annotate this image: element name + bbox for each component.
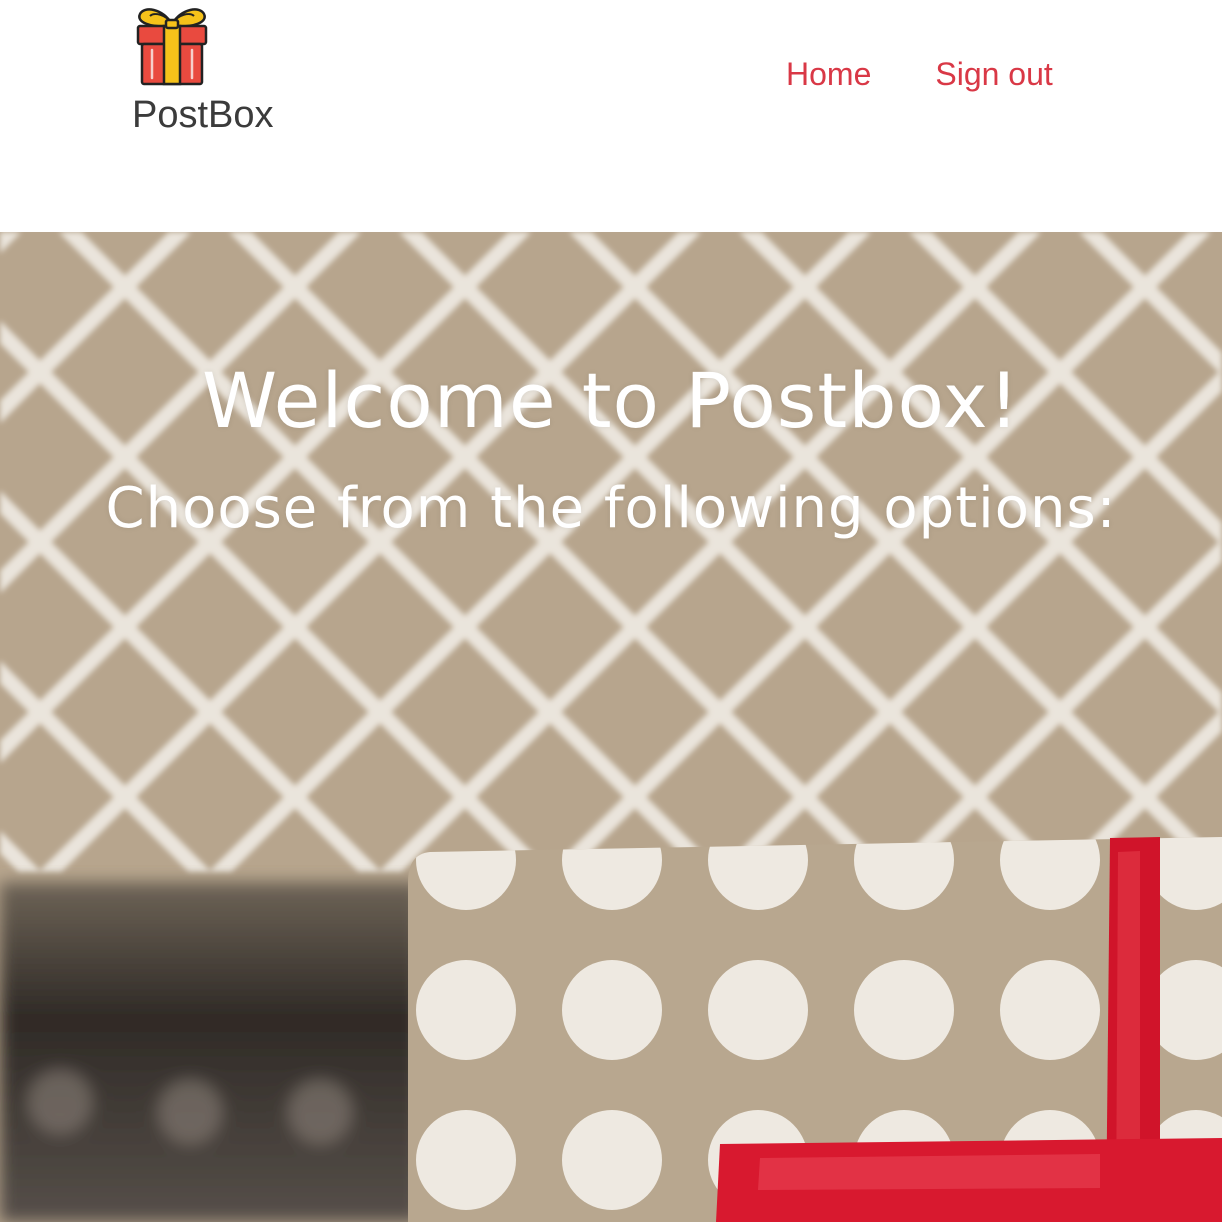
hero-banner: Welcome to Postbox! Choose from the foll… <box>0 232 1222 1222</box>
site-header: PostBox Home Sign out <box>0 0 1222 232</box>
hero-subtitle: Choose from the following options: <box>105 476 1117 541</box>
hero-title: Welcome to Postbox! <box>201 356 1021 445</box>
nav-sign-out-link[interactable]: Sign out <box>935 56 1052 93</box>
brand[interactable]: PostBox <box>132 4 292 144</box>
brand-name: PostBox <box>132 94 274 136</box>
gift-box-icon <box>136 8 208 86</box>
nav-home-link[interactable]: Home <box>786 56 871 93</box>
top-nav: Home Sign out <box>786 56 1053 93</box>
